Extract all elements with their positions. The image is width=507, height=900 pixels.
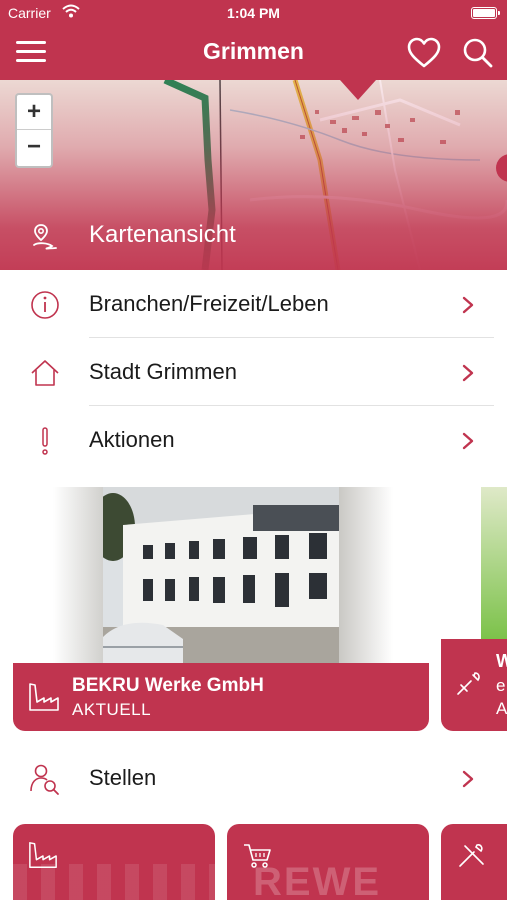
nav-bar: Grimmen	[0, 26, 507, 80]
tools-icon	[457, 672, 480, 695]
menu-item-aktionen[interactable]: Aktionen	[0, 406, 507, 474]
menu-item-label: Branchen/Freizeit/Leben	[89, 291, 329, 316]
battery-icon	[471, 7, 500, 19]
factory-icon	[29, 842, 57, 868]
map-preview[interactable]: + − Kartenansicht	[0, 80, 507, 270]
map-zoom-control: + −	[15, 93, 53, 168]
menu-item-stellen[interactable]: Stellen	[0, 744, 507, 812]
chevron-right-icon	[462, 296, 474, 314]
tile-industry[interactable]	[13, 824, 215, 900]
info-circle-icon	[31, 291, 59, 319]
map-view-label: Kartenansicht	[89, 221, 236, 248]
featured-photo	[103, 487, 339, 665]
search-icon[interactable]	[460, 36, 496, 70]
featured-banner: BEKRU Werke GmbH AKTUELL	[13, 663, 429, 731]
chevron-right-icon	[462, 770, 474, 788]
category-tiles: REWE	[0, 824, 507, 900]
featured-card[interactable]: BEKRU Werke GmbH AKTUELL	[13, 487, 429, 732]
menu-item-label: Aktionen	[89, 427, 175, 452]
menu-item-branchen[interactable]: Branchen/Freizeit/Leben	[0, 270, 507, 338]
menu-item-stadt-grimmen[interactable]: Stadt Grimmen	[0, 338, 507, 406]
chevron-right-icon	[462, 364, 474, 382]
factory-icon	[29, 683, 59, 711]
next-featured-banner: W e A	[441, 639, 507, 731]
exclamation-icon	[42, 427, 48, 455]
heart-icon[interactable]	[406, 36, 442, 70]
menu-item-label: Stadt Grimmen	[89, 359, 237, 384]
menu-item-label: Stellen	[89, 765, 157, 790]
next-card-subtitle: A	[496, 699, 507, 718]
featured-subtitle: AKTUELL	[72, 700, 152, 719]
tile-shopping[interactable]: REWE	[227, 824, 429, 900]
zoom-in-button[interactable]: +	[17, 95, 51, 130]
featured-title: BEKRU Werke GmbH	[72, 675, 264, 696]
next-card-title: W	[496, 651, 507, 671]
chevron-right-icon	[462, 432, 474, 450]
status-time: 1:04 PM	[227, 5, 280, 21]
next-card-line: e	[496, 676, 506, 695]
tools-icon	[459, 844, 484, 867]
shopping-cart-icon	[244, 844, 271, 868]
next-featured-card[interactable]: W e A	[441, 487, 507, 732]
home-icon	[31, 360, 59, 386]
person-search-icon	[30, 764, 59, 795]
menu-list: Branchen/Freizeit/Leben Stadt Grimmen Ak…	[0, 270, 507, 474]
featured-carousel[interactable]: BEKRU Werke GmbH AKTUELL W e A	[0, 487, 507, 737]
tile-crafts[interactable]	[441, 824, 507, 900]
zoom-out-button[interactable]: −	[17, 130, 51, 165]
map-pin-icon	[33, 224, 57, 250]
status-bar: Carrier 1:04 PM	[0, 0, 507, 26]
